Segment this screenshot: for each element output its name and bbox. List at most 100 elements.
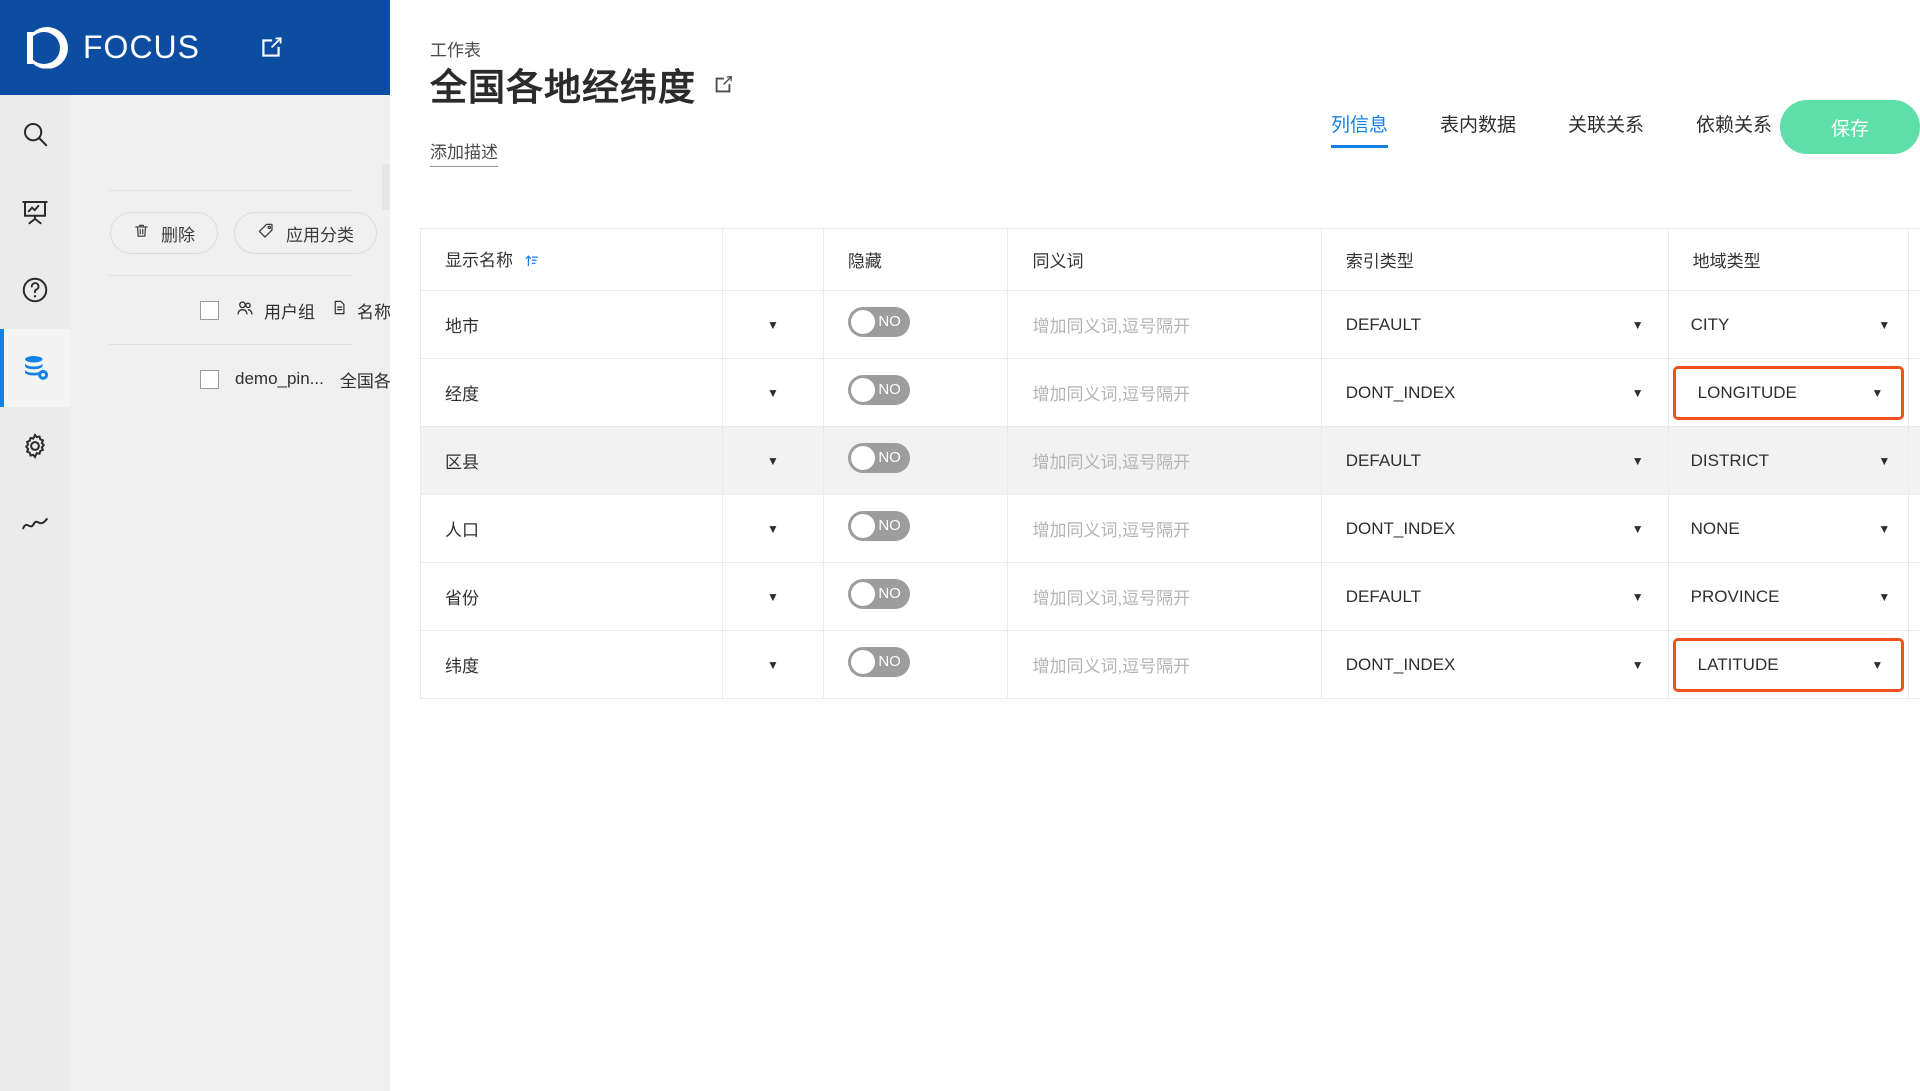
cell-geo-type[interactable]: LATITUDE ▼ [1667, 630, 1910, 699]
chevron-down-icon[interactable]: ▼ [767, 523, 779, 535]
chevron-down-icon[interactable]: ▼ [1632, 523, 1644, 535]
chevron-down-icon[interactable]: ▼ [767, 319, 779, 331]
chevron-down-icon[interactable]: ▼ [1632, 455, 1644, 467]
cell-index-type[interactable]: DONT_INDEX ▼ [1320, 630, 1669, 699]
chevron-down-icon[interactable]: ▼ [1871, 659, 1883, 671]
add-description-link[interactable]: 添加描述 [430, 138, 498, 167]
cell-display-name[interactable]: 区县 [419, 426, 724, 495]
trash-icon [133, 222, 150, 244]
table-row[interactable]: 区县 ▼ NO 增加同义词,逗号隔开 DEFAULT ▼ DISTRICT ▼ 1 [419, 426, 1920, 495]
cell-geo-type[interactable]: CITY ▼ [1667, 290, 1910, 359]
cell-display-name[interactable]: 地市 [419, 290, 724, 359]
chevron-down-icon[interactable]: ▼ [767, 455, 779, 467]
cell-priority[interactable]: 1 [1908, 426, 1920, 495]
cell-priority[interactable]: 1 [1908, 630, 1920, 699]
cell-expand[interactable]: ▼ [722, 290, 824, 359]
cell-synonym[interactable]: 增加同义词,逗号隔开 [1007, 630, 1322, 699]
chevron-down-icon[interactable]: ▼ [1878, 591, 1890, 603]
row-checkbox[interactable] [200, 300, 219, 320]
cell-hidden[interactable]: NO [822, 358, 1009, 427]
chevron-down-icon[interactable]: ▼ [767, 387, 779, 399]
rail-item-help[interactable] [0, 251, 70, 329]
tab-dependencies[interactable]: 依赖关系 [1696, 110, 1772, 148]
cell-priority[interactable]: 1 [1908, 290, 1920, 359]
cell-hidden[interactable]: NO [822, 494, 1009, 563]
cell-index-type[interactable]: DEFAULT ▼ [1320, 562, 1669, 631]
search-icon [20, 119, 50, 149]
cell-synonym[interactable]: 增加同义词,逗号隔开 [1007, 562, 1322, 631]
chevron-down-icon[interactable]: ▼ [1878, 523, 1890, 535]
chevron-down-icon[interactable]: ▼ [1632, 387, 1644, 399]
cell-geo-type[interactable]: PROVINCE ▼ [1667, 562, 1910, 631]
cell-synonym[interactable]: 增加同义词,逗号隔开 [1007, 358, 1322, 427]
rail-item-analytics[interactable] [0, 485, 70, 563]
chevron-down-icon[interactable]: ▼ [767, 659, 779, 671]
cell-index-type[interactable]: DONT_INDEX ▼ [1320, 358, 1669, 427]
rail-item-dashboard[interactable] [0, 173, 70, 251]
apply-category-button[interactable]: 应用分类 [234, 212, 377, 254]
cell-hidden[interactable]: NO [822, 562, 1009, 631]
header-display-name-label: 显示名称 [445, 251, 513, 270]
cell-synonym[interactable]: 增加同义词,逗号隔开 [1007, 290, 1322, 359]
list-item[interactable]: 用户组 名称 [70, 276, 390, 344]
cell-expand[interactable]: ▼ [722, 494, 824, 563]
tab-relationships[interactable]: 关联关系 [1568, 110, 1644, 148]
cell-expand[interactable]: ▼ [722, 630, 824, 699]
delete-button[interactable]: 删除 [110, 212, 218, 254]
chevron-down-icon[interactable]: ▼ [1878, 319, 1890, 331]
rail-item-data-management[interactable] [0, 329, 70, 407]
cell-index-type[interactable]: DEFAULT ▼ [1320, 290, 1669, 359]
table-row[interactable]: 纬度 ▼ NO 增加同义词,逗号隔开 DONT_INDEX ▼ LATITUDE ▼ 1 [419, 630, 1920, 699]
table-row[interactable]: 经度 ▼ NO 增加同义词,逗号隔开 DONT_INDEX ▼ LONGITUDE ▼ 1 [419, 358, 1920, 427]
database-gear-icon [20, 353, 50, 383]
hidden-toggle[interactable]: NO [847, 307, 910, 337]
chevron-down-icon[interactable]: ▼ [1632, 319, 1644, 331]
tab-column-info[interactable]: 列信息 [1330, 110, 1388, 148]
cell-expand[interactable]: ▼ [722, 358, 824, 427]
cell-priority[interactable]: 1 [1908, 358, 1920, 427]
cell-priority[interactable]: 1 [1908, 562, 1920, 631]
chevron-down-icon[interactable]: ▼ [1632, 591, 1644, 603]
row-checkbox[interactable] [200, 369, 219, 389]
cell-synonym[interactable]: 增加同义词,逗号隔开 [1007, 426, 1322, 495]
tab-table-data[interactable]: 表内数据 [1440, 110, 1516, 148]
cell-geo-type[interactable]: DISTRICT ▼ [1667, 426, 1910, 495]
compose-icon[interactable] [712, 74, 734, 101]
chevron-down-icon[interactable]: ▼ [1878, 455, 1890, 467]
cell-display-name[interactable]: 纬度 [419, 630, 724, 699]
cell-hidden[interactable]: NO [822, 290, 1009, 359]
header-display-name[interactable]: 显示名称 [419, 228, 724, 291]
rail-item-settings[interactable] [0, 407, 70, 485]
table-row[interactable]: 地市 ▼ NO 增加同义词,逗号隔开 DEFAULT ▼ CITY ▼ 1 [419, 290, 1920, 359]
index-type-value: DEFAULT [1345, 450, 1422, 470]
chevron-down-icon[interactable]: ▼ [1632, 659, 1644, 671]
table-row[interactable]: 人口 ▼ NO 增加同义词,逗号隔开 DONT_INDEX ▼ NONE ▼ 1 [419, 494, 1920, 563]
cell-expand[interactable]: ▼ [722, 562, 824, 631]
cell-display-name[interactable]: 经度 [419, 358, 724, 427]
cell-display-name[interactable]: 人口 [419, 494, 724, 563]
list-item[interactable]: demo_pin... 全国各地经... [70, 345, 390, 413]
hidden-toggle[interactable]: NO [847, 511, 910, 541]
cell-geo-type[interactable]: LONGITUDE ▼ [1667, 358, 1910, 427]
sort-ascending-icon[interactable] [524, 253, 539, 273]
cell-synonym[interactable]: 增加同义词,逗号隔开 [1007, 494, 1322, 563]
cell-expand[interactable]: ▼ [722, 426, 824, 495]
hidden-toggle[interactable]: NO [847, 647, 910, 677]
cell-priority[interactable]: 1 [1908, 494, 1920, 563]
hidden-toggle[interactable]: NO [847, 443, 910, 473]
save-button[interactable]: 保存 [1780, 100, 1920, 154]
cell-hidden[interactable]: NO [822, 426, 1009, 495]
table-row[interactable]: 省份 ▼ NO 增加同义词,逗号隔开 DEFAULT ▼ PROVINCE ▼ 1 [419, 562, 1920, 631]
hidden-toggle[interactable]: NO [847, 375, 910, 405]
rail-item-search[interactable] [0, 95, 70, 173]
cell-display-name[interactable]: 省份 [419, 562, 724, 631]
cell-geo-type[interactable]: NONE ▼ [1667, 494, 1910, 563]
hidden-toggle[interactable]: NO [847, 579, 910, 609]
compose-icon[interactable] [258, 35, 284, 61]
chevron-down-icon[interactable]: ▼ [767, 591, 779, 603]
cell-hidden[interactable]: NO [822, 630, 1009, 699]
cell-index-type[interactable]: DONT_INDEX ▼ [1320, 494, 1669, 563]
chevron-down-icon[interactable]: ▼ [1871, 387, 1883, 399]
cell-index-type[interactable]: DEFAULT ▼ [1320, 426, 1669, 495]
toggle-label: NO [878, 653, 901, 670]
